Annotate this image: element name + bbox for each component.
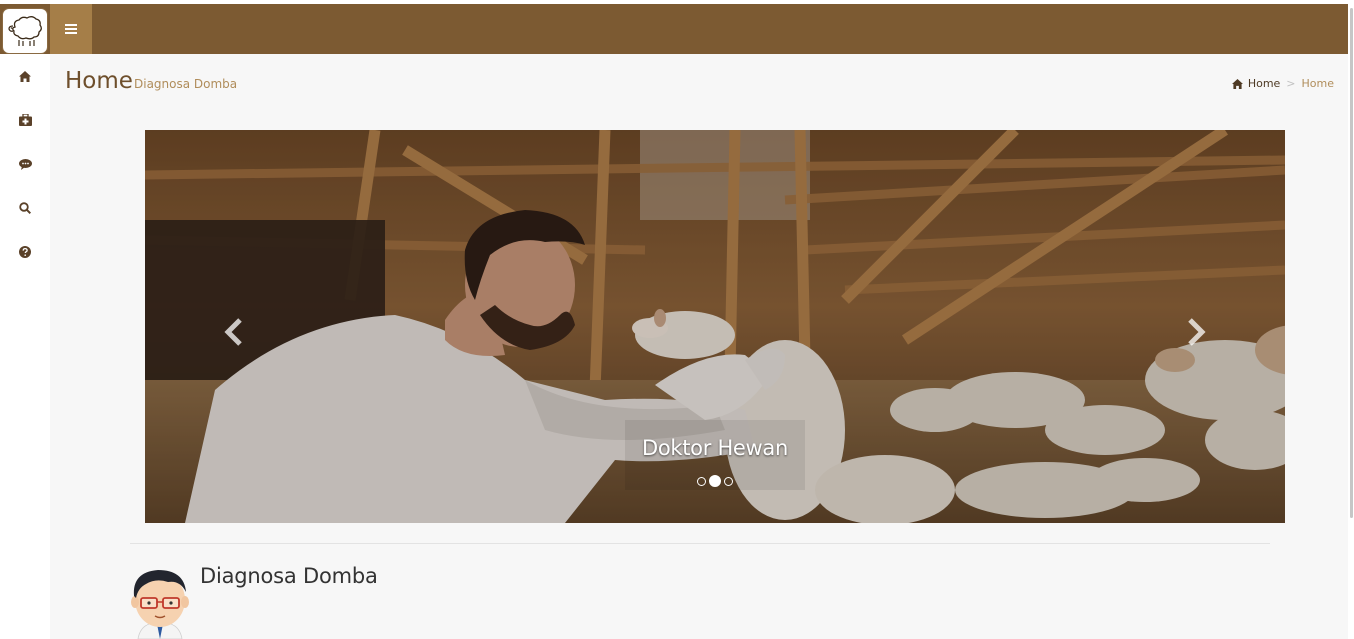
sidebar-item-medical[interactable] [0,102,50,138]
sidebar-item-search[interactable] [0,190,50,226]
breadcrumb: Home > Home [1231,77,1334,90]
sidebar [0,54,50,639]
carousel-indicator-active[interactable] [709,475,721,487]
doctor-avatar-icon [131,570,189,639]
section-title: Diagnosa Domba [200,564,378,588]
sidebar-item-consultation[interactable] [0,146,50,182]
breadcrumb-home-label: Home [1247,77,1281,90]
breadcrumb-home-link[interactable]: Home [1231,77,1281,90]
page-scrollbar[interactable] [1348,0,1354,639]
scrollbar-thumb[interactable] [1350,8,1353,518]
carousel-caption: Doktor Hewan [641,436,789,460]
menu-toggle-button[interactable] [50,4,92,54]
app-logo[interactable] [2,8,48,54]
main-content: Home Diagnosa Domba Home > Home Doktor H… [50,54,1348,639]
chevron-right-icon [1188,318,1206,346]
search-icon [19,202,31,214]
sidebar-item-home[interactable] [0,58,50,94]
section-divider [130,543,1270,544]
medical-kit-icon [18,114,32,126]
top-navbar [0,4,1348,54]
breadcrumb-current: Home [1301,77,1334,90]
comment-icon [18,158,32,170]
sidebar-item-help[interactable] [0,234,50,270]
carousel-indicators [145,475,1285,487]
home-icon [1231,78,1243,89]
carousel-slide-image [145,130,1285,523]
image-carousel[interactable]: Doktor Hewan [145,130,1285,523]
carousel-next-button[interactable] [1181,315,1211,349]
home-icon [19,70,31,82]
page-title: Home [65,68,133,94]
sheep-icon [8,16,42,46]
hamburger-icon [65,24,77,34]
carousel-indicator[interactable] [697,476,706,486]
question-circle-icon [19,246,31,258]
carousel-indicator[interactable] [724,476,733,486]
page-subtitle: Diagnosa Domba [134,77,238,91]
breadcrumb-separator: > [1286,77,1296,90]
chevron-left-icon [224,318,242,346]
carousel-prev-button[interactable] [219,315,249,349]
